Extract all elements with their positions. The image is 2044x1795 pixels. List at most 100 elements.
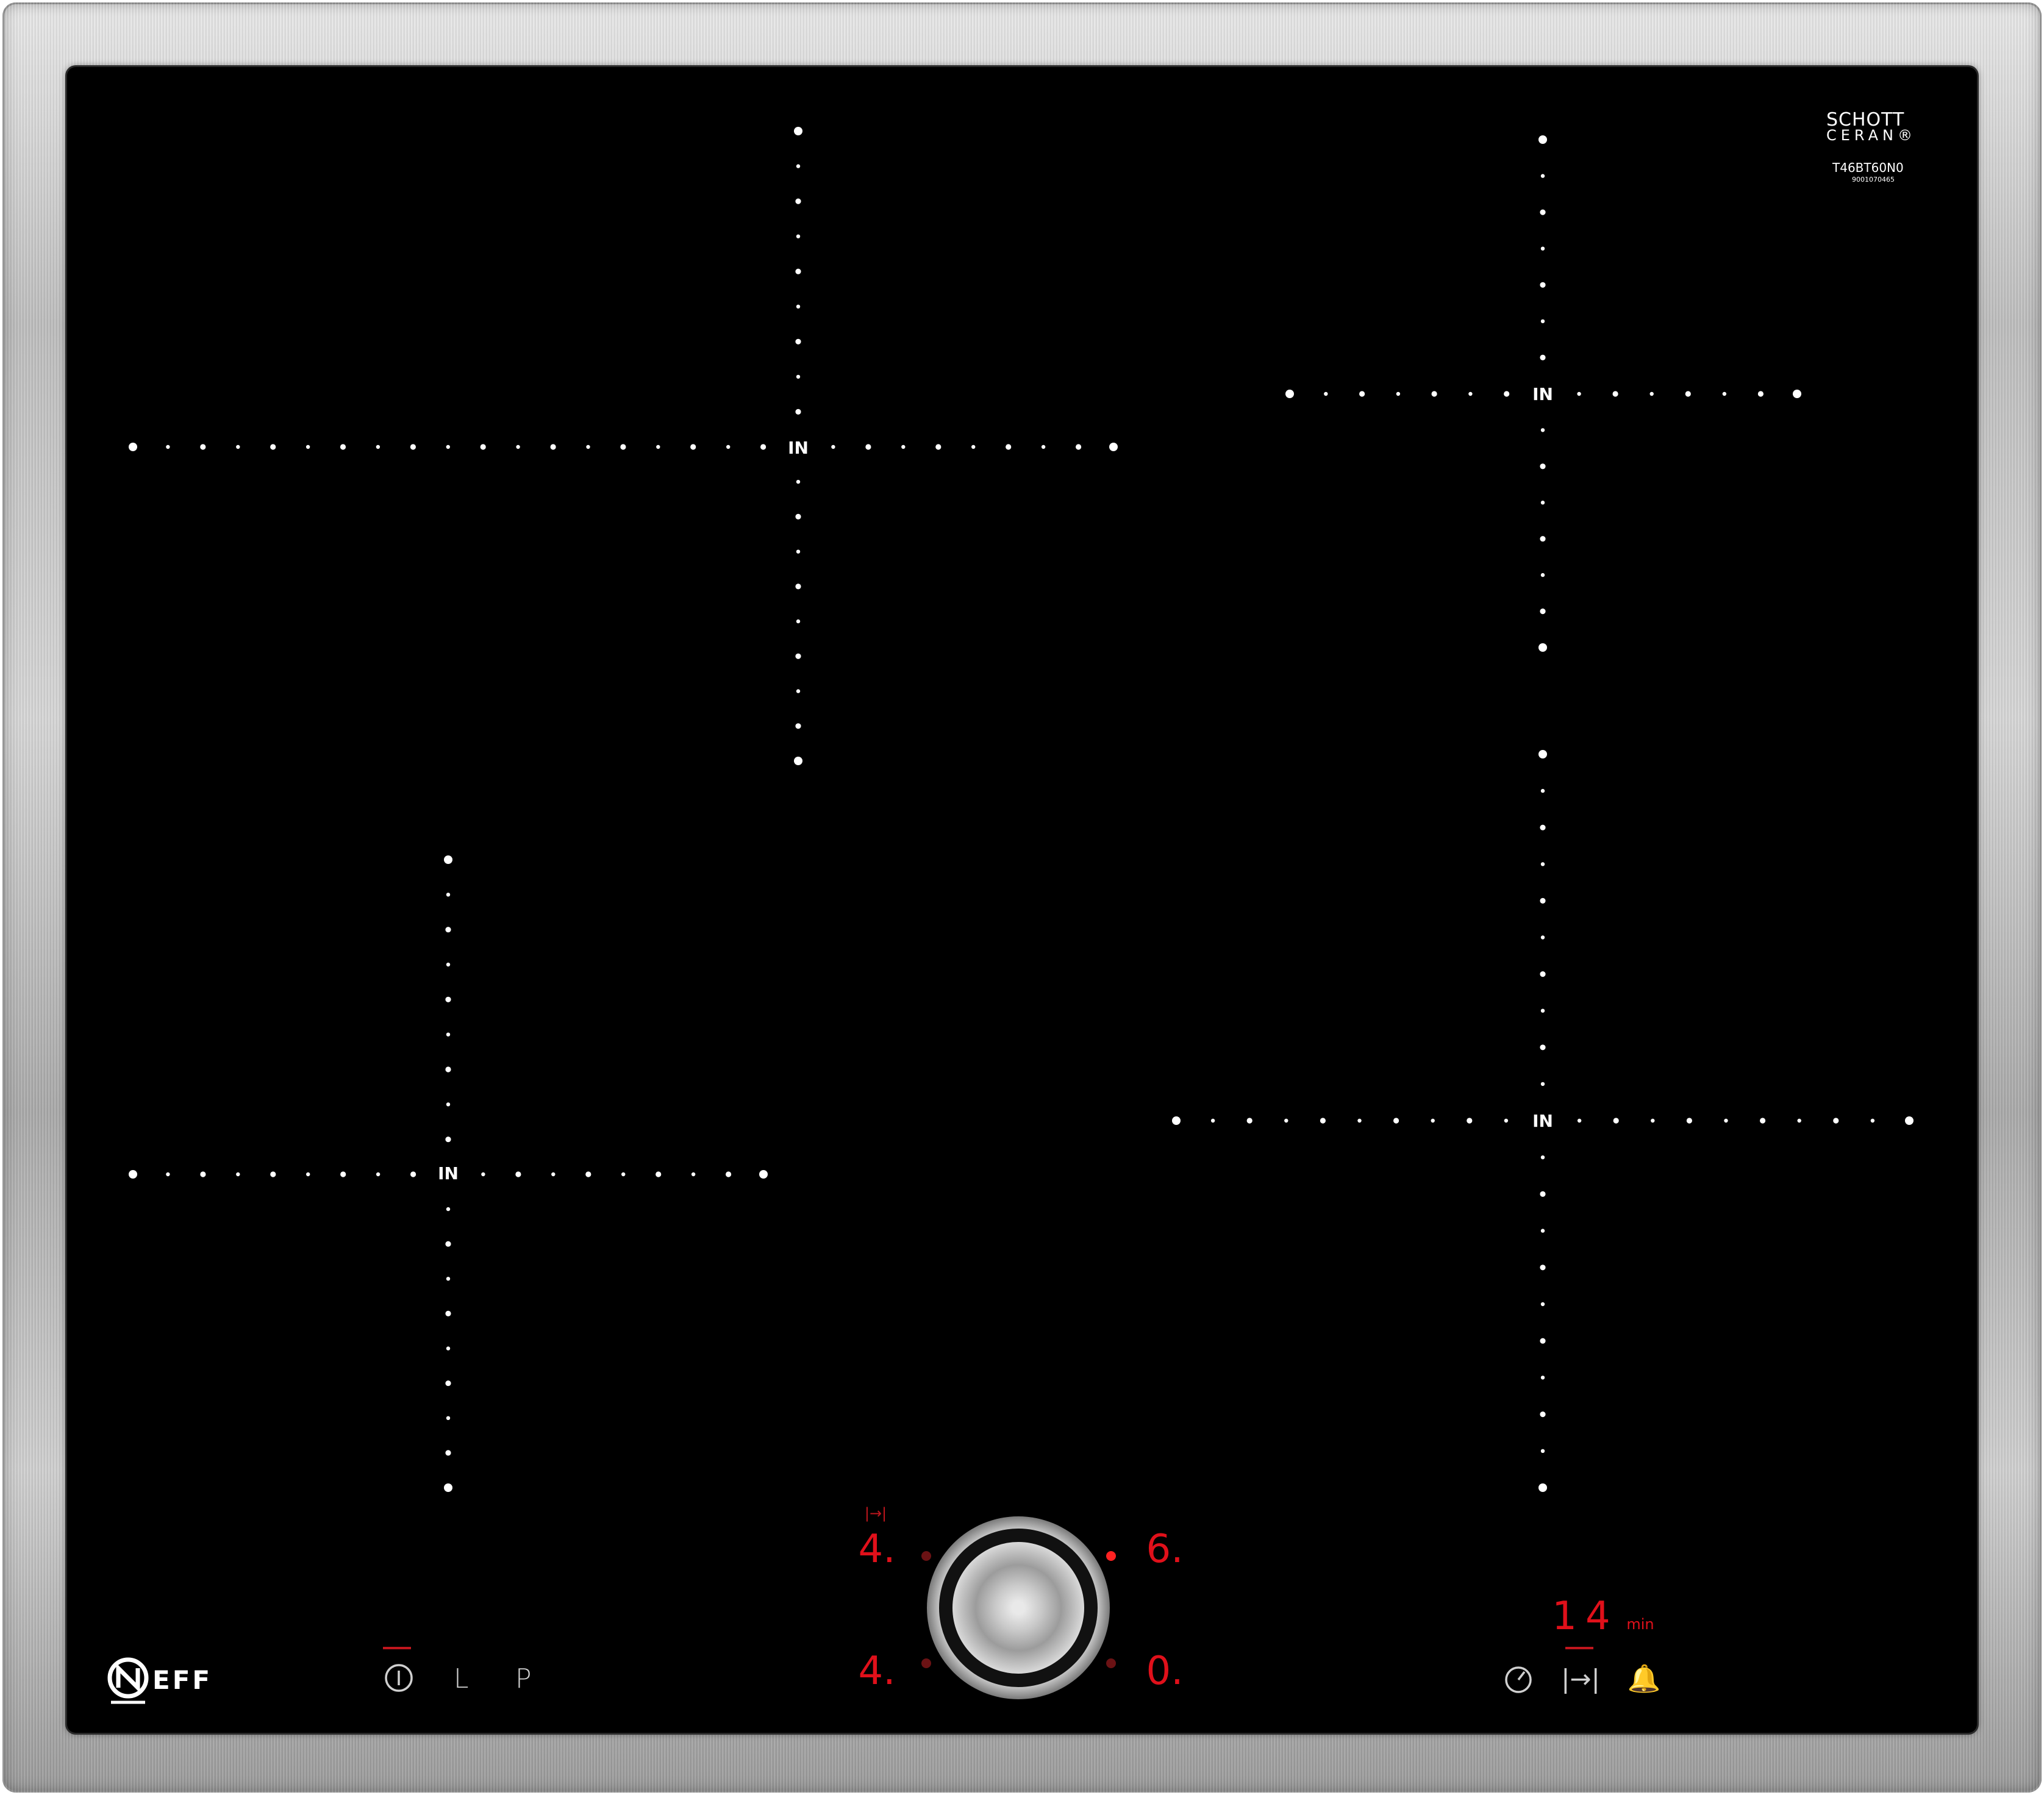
zone-dot-rear-left-26 (1076, 444, 1082, 450)
zone-dot-rear-left-45 (794, 757, 802, 765)
lock-button[interactable]: L (454, 1663, 469, 1694)
zone-dot-rear-left-4 (270, 444, 276, 450)
zone-dot-rear-right-23 (1540, 501, 1545, 505)
zone-label-front-right: IN (1532, 1111, 1553, 1131)
zone-dot-rear-left-2 (200, 444, 206, 450)
zone-dot-rear-right-24 (1540, 536, 1546, 542)
zone-dot-front-right-2 (1246, 1118, 1252, 1124)
zone-dot-front-right-19 (1905, 1116, 1914, 1125)
zone-dot-front-left-19 (446, 893, 451, 897)
zone-dot-rear-left-19 (831, 444, 835, 449)
zone-dot-front-right-34 (1540, 1302, 1545, 1307)
serial-number: 9001070465 (1852, 176, 1895, 184)
zone-dot-front-left-33 (446, 1416, 451, 1420)
alarm-bell-button[interactable]: 🔔 (1628, 1663, 1661, 1694)
zone-dot-rear-left-21 (901, 444, 906, 449)
zone-dot-rear-left-40 (795, 583, 801, 590)
zone-dot-front-right-12 (1651, 1118, 1655, 1123)
zone-dot-rear-left-25 (1041, 444, 1046, 449)
zone-dot-rear-left-13 (586, 444, 590, 449)
level-display-front-right: 0. (1146, 1649, 1183, 1694)
zone-dot-front-right-36 (1540, 1376, 1545, 1380)
zone-dot-front-left-10 (515, 1171, 521, 1177)
zone-dot-rear-right-2 (1359, 391, 1365, 397)
zone-dot-front-left-3 (236, 1172, 240, 1177)
zone-dot-front-right-3 (1284, 1118, 1288, 1123)
zone-select-front-left[interactable] (921, 1658, 931, 1668)
zone-dot-front-right-29 (1540, 1082, 1545, 1087)
zone-dot-front-right-26 (1540, 971, 1546, 977)
zone-dot-rear-left-23 (971, 444, 976, 449)
zone-dot-rear-left-20 (865, 444, 871, 450)
zone-dot-front-left-22 (445, 996, 451, 1002)
zone-dot-rear-right-14 (1538, 135, 1547, 144)
zone-dot-rear-right-4 (1431, 391, 1437, 397)
level-display-front-left: 4. (858, 1649, 895, 1694)
zone-timer-button[interactable]: |→| (1561, 1664, 1600, 1694)
zone-dot-rear-left-18 (760, 444, 766, 450)
neff-logo-n (116, 1663, 140, 1693)
cooktop-panel: IN IN IN IN SCHOTT CERAN® T46BT60N0 9001… (0, 0, 2044, 1795)
zone-dot-front-right-22 (1540, 824, 1546, 830)
zone-dot-front-right-39 (1538, 1483, 1547, 1492)
model-number: T46BT60N0 (1832, 160, 1904, 175)
zone-dot-front-right-21 (1540, 788, 1545, 793)
cooking-timer-button[interactable] (1505, 1666, 1532, 1693)
zone-dot-rear-right-17 (1540, 246, 1545, 251)
zone-dot-front-left-14 (656, 1171, 662, 1177)
timer-zone-icon: |→| (865, 1505, 887, 1522)
ceran-logo-text: CERAN® (1826, 127, 1917, 144)
zone-dot-front-left-25 (446, 1102, 451, 1107)
zone-dot-rear-right-11 (1722, 391, 1727, 396)
zone-dot-rear-left-30 (795, 198, 801, 204)
zone-dot-rear-right-10 (1685, 391, 1691, 397)
zone-dot-front-left-30 (445, 1310, 451, 1316)
zone-dot-front-left-31 (446, 1346, 451, 1351)
zone-dot-rear-right-9 (1649, 391, 1654, 396)
zone-dot-rear-left-28 (794, 127, 802, 135)
zone-dot-front-left-20 (445, 927, 451, 933)
zone-dot-front-right-11 (1613, 1118, 1619, 1124)
zone-dot-front-right-8 (1467, 1118, 1473, 1124)
zone-dot-rear-left-24 (1006, 444, 1012, 450)
zone-dot-front-left-0 (129, 1170, 137, 1179)
zone-dot-rear-left-3 (236, 444, 240, 449)
zone-dot-front-left-16 (726, 1171, 732, 1177)
zone-dot-rear-right-27 (1538, 643, 1547, 652)
zone-dot-rear-left-8 (410, 444, 416, 450)
zone-dot-front-right-30 (1540, 1155, 1545, 1160)
zone-dot-rear-left-7 (376, 444, 381, 449)
zone-dot-front-right-9 (1504, 1118, 1509, 1123)
zone-dot-front-right-15 (1760, 1118, 1766, 1124)
zone-dot-rear-left-12 (550, 444, 556, 450)
zone-dot-front-left-4 (270, 1171, 276, 1177)
powerboost-button[interactable]: P (515, 1663, 532, 1694)
zone-dot-rear-right-18 (1540, 282, 1546, 288)
zone-select-front-right[interactable] (1106, 1658, 1116, 1668)
zone-dot-front-left-29 (446, 1277, 451, 1281)
zone-dot-rear-right-12 (1757, 391, 1763, 397)
zone-dot-front-right-24 (1540, 898, 1546, 904)
zone-dot-front-left-11 (551, 1172, 556, 1177)
neff-logo-text: EFF (152, 1665, 212, 1695)
zone-dot-rear-left-31 (796, 234, 801, 238)
zone-select-rear-right[interactable] (1106, 1551, 1116, 1561)
power-button[interactable] (385, 1664, 413, 1692)
zone-dot-rear-left-39 (796, 549, 801, 554)
zone-dot-rear-right-7 (1577, 391, 1581, 396)
zone-dot-rear-left-44 (795, 723, 801, 729)
zone-dot-front-left-27 (446, 1207, 451, 1212)
neff-logo: EFF (107, 1657, 212, 1704)
zone-dot-front-left-15 (691, 1172, 696, 1177)
zone-select-rear-left[interactable] (921, 1551, 931, 1561)
zone-dot-rear-right-3 (1396, 391, 1401, 396)
zone-dot-front-left-28 (445, 1241, 451, 1247)
zone-dot-rear-left-0 (129, 443, 137, 451)
zone-dot-front-right-35 (1540, 1338, 1546, 1344)
zone-dot-rear-right-6 (1504, 391, 1510, 397)
zone-dot-front-right-25 (1540, 935, 1545, 940)
zone-dot-rear-left-14 (620, 444, 626, 450)
twistpad-knob[interactable] (927, 1516, 1110, 1699)
zone-dot-front-right-37 (1540, 1411, 1546, 1418)
zone-dot-rear-left-5 (306, 444, 310, 449)
